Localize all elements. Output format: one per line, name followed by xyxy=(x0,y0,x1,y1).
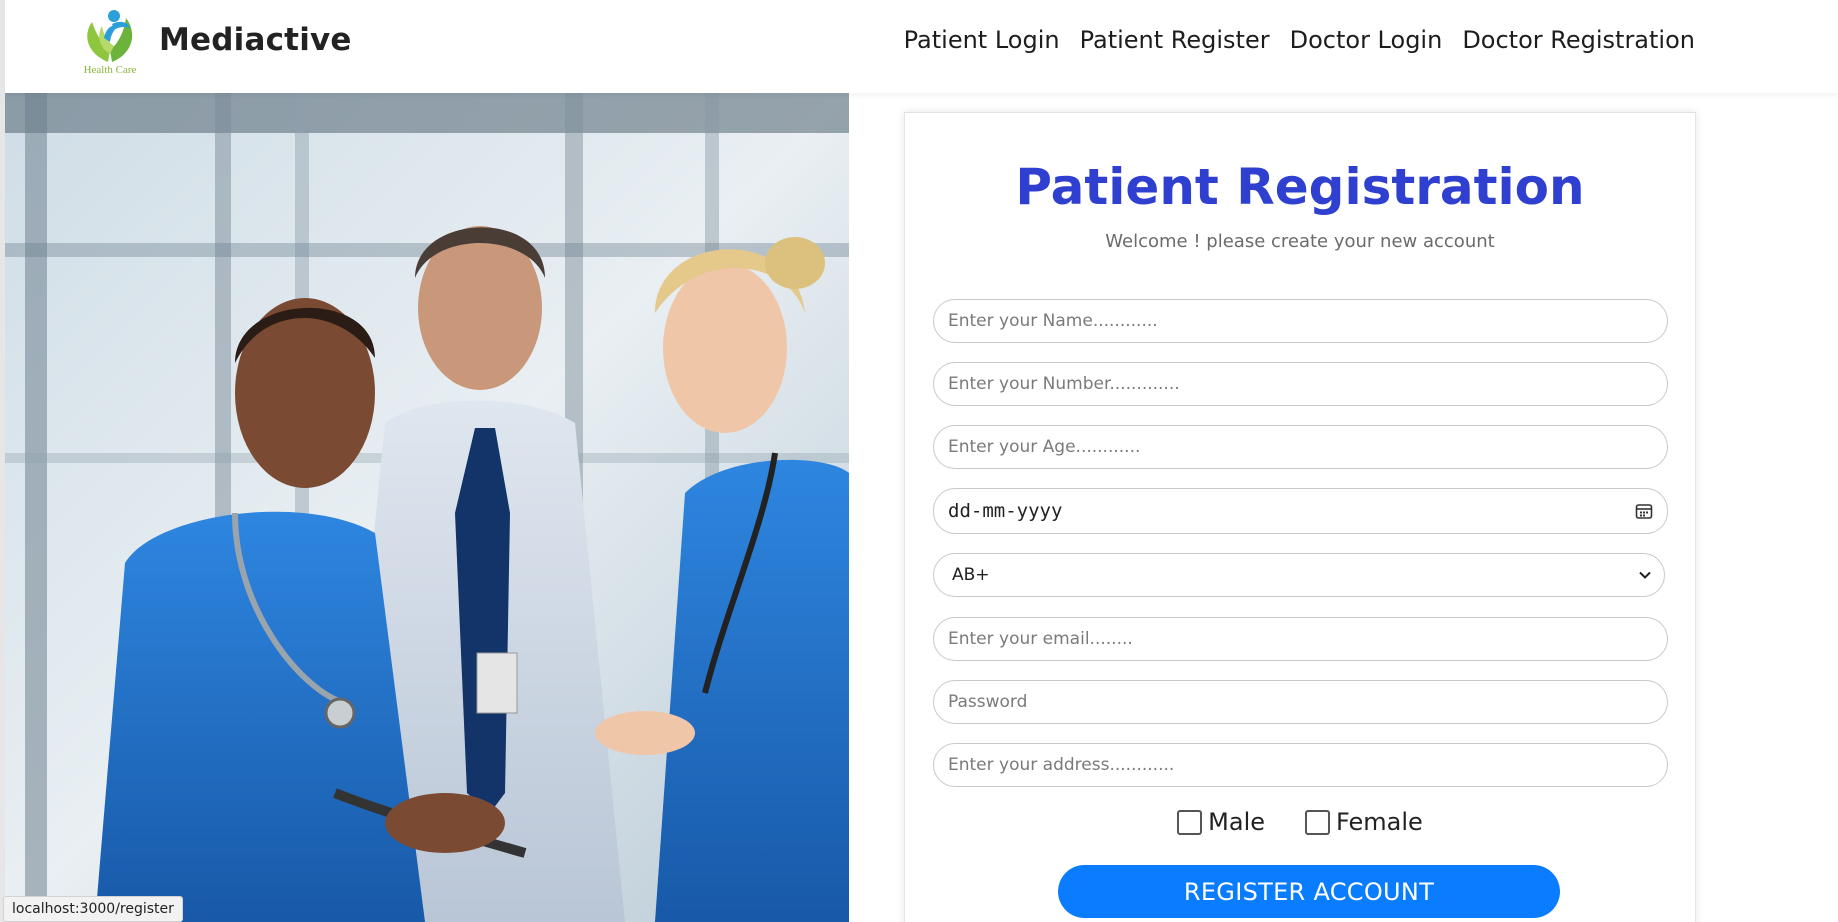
address-input[interactable] xyxy=(933,743,1668,787)
calendar-icon[interactable] xyxy=(1635,502,1653,520)
brand-logo[interactable]: Health Care xyxy=(78,4,142,76)
female-checkbox[interactable] xyxy=(1305,809,1331,835)
register-account-button[interactable]: REGISTER ACCOUNT xyxy=(1058,865,1560,918)
female-label: Female xyxy=(1336,808,1423,836)
blood-group-select[interactable]: AB+ xyxy=(933,553,1665,597)
main-nav: Patient Login Patient Register Doctor Lo… xyxy=(904,26,1695,54)
gender-options: Male Female xyxy=(905,808,1695,836)
male-checkbox[interactable] xyxy=(1177,809,1203,835)
hero-image xyxy=(5,93,849,922)
brand-name[interactable]: Mediactive xyxy=(159,22,352,58)
nav-patient-register[interactable]: Patient Register xyxy=(1080,26,1270,54)
male-label: Male xyxy=(1208,808,1266,836)
nav-doctor-login[interactable]: Doctor Login xyxy=(1290,26,1443,54)
left-edge xyxy=(0,0,5,922)
number-input[interactable] xyxy=(933,362,1668,406)
logo-caption: Health Care xyxy=(83,64,137,76)
status-bar-url: localhost:3000/register xyxy=(3,896,183,922)
date-value: dd-mm-yyyy xyxy=(948,500,1063,522)
subtitle: Welcome ! please create your new account xyxy=(1105,231,1495,252)
nav-patient-login[interactable]: Patient Login xyxy=(904,26,1060,54)
navbar: Health Care Mediactive Patient Login Pat… xyxy=(0,0,1838,93)
gender-male-option[interactable]: Male xyxy=(1177,808,1265,836)
leaf-person-icon xyxy=(87,10,133,62)
chevron-down-icon xyxy=(1639,571,1651,579)
age-input[interactable] xyxy=(933,425,1668,469)
password-input[interactable] xyxy=(933,680,1668,724)
dob-date-input[interactable]: dd-mm-yyyy xyxy=(933,488,1668,534)
blood-group-value: AB+ xyxy=(952,565,990,585)
gender-female-option[interactable]: Female xyxy=(1305,808,1423,836)
name-input[interactable] xyxy=(933,299,1668,343)
page-title: Patient Registration xyxy=(1015,158,1585,216)
nav-doctor-registration[interactable]: Doctor Registration xyxy=(1462,26,1695,54)
email-input[interactable] xyxy=(933,617,1668,661)
doctors-photo xyxy=(5,93,849,922)
registration-card: Patient Registration Welcome ! please cr… xyxy=(904,112,1696,922)
page: Health Care Mediactive Patient Login Pat… xyxy=(0,0,1838,922)
